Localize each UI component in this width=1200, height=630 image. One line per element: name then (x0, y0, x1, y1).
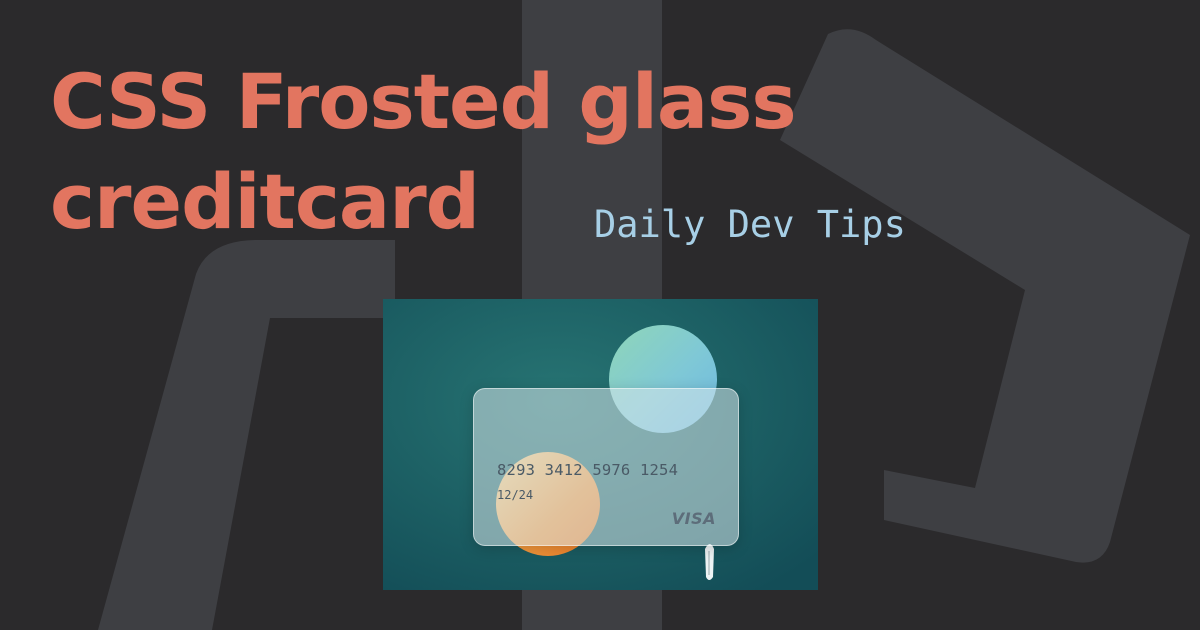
boat-icon (705, 544, 714, 580)
card-number: 8293 3412 5976 1254 (497, 461, 679, 479)
title-line-1: CSS Frosted glass (50, 57, 797, 146)
brand-tagline: Daily Dev Tips (594, 203, 906, 246)
card-preview-image: 8293 3412 5976 1254 12/24 VISA (383, 299, 818, 590)
social-banner: CSS Frosted glass creditcard Daily Dev T… (0, 0, 1200, 630)
logo-left-chevron (98, 240, 395, 630)
card-expiry: 12/24 (497, 488, 534, 502)
visa-logo: VISA (671, 509, 716, 528)
frosted-credit-card: 8293 3412 5976 1254 12/24 VISA (473, 388, 739, 546)
logo-right-chevron (780, 29, 1190, 563)
